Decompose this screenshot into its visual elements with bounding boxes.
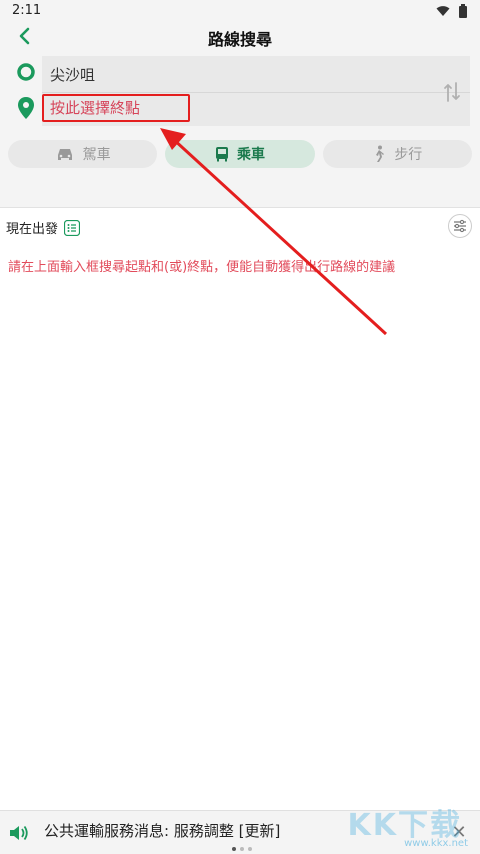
tab-drive-label: 駕車: [82, 147, 111, 163]
wifi-icon: [436, 6, 450, 16]
news-text: 公共運輸服務消息: 服務調整 [更新]: [44, 822, 281, 840]
status-icons: [436, 4, 468, 18]
tab-transit[interactable]: 乘車: [165, 140, 315, 168]
page-indicator: [232, 847, 252, 851]
page-title: 路線搜尋: [207, 30, 272, 49]
origin-field[interactable]: 尖沙咀: [50, 64, 95, 85]
tab-walk[interactable]: 步行: [322, 140, 472, 168]
swap-button[interactable]: [442, 80, 462, 104]
status-time: 2:11: [12, 3, 42, 18]
route-search-panel: 路線搜尋 尖沙咀 駕車 乘車 步行: [0, 22, 480, 208]
swap-arrows-icon: [444, 82, 460, 102]
speaker-icon: [10, 825, 28, 841]
results-area: 現在出發 請在上面輸入框搜尋起點和(或)終點，便能自動獲得出行路線的建議: [0, 208, 480, 810]
tab-transit-label: 乘車: [236, 147, 265, 163]
tab-drive[interactable]: 駕車: [8, 140, 158, 168]
car-icon: [57, 149, 72, 160]
route-input-box: 尖沙咀: [42, 56, 470, 126]
battery-icon: [459, 4, 467, 18]
depart-label: 現在出發: [6, 222, 59, 237]
watermark-url: www.kkx.net: [404, 838, 468, 849]
page-dot: [248, 847, 252, 851]
list-icon: [64, 219, 81, 236]
page-dot: [240, 847, 244, 851]
origin-marker-icon: [17, 63, 35, 81]
destination-field[interactable]: [42, 94, 190, 122]
bus-icon: [215, 147, 228, 162]
transport-mode-tabs: 駕車 乘車 步行: [8, 140, 472, 170]
walk-icon: [376, 145, 385, 162]
page-dot: [232, 847, 236, 851]
tab-walk-label: 步行: [394, 147, 423, 163]
sliders-icon: [454, 219, 466, 233]
status-bar: 2:11: [0, 0, 480, 22]
hint-message: 請在上面輸入框搜尋起點和(或)終點，便能自動獲得出行路線的建議: [8, 260, 396, 275]
filter-button[interactable]: [448, 214, 472, 238]
destination-pin-icon: [18, 97, 34, 119]
input-divider: [42, 92, 470, 93]
depart-time-selector[interactable]: 現在出發: [6, 218, 81, 237]
